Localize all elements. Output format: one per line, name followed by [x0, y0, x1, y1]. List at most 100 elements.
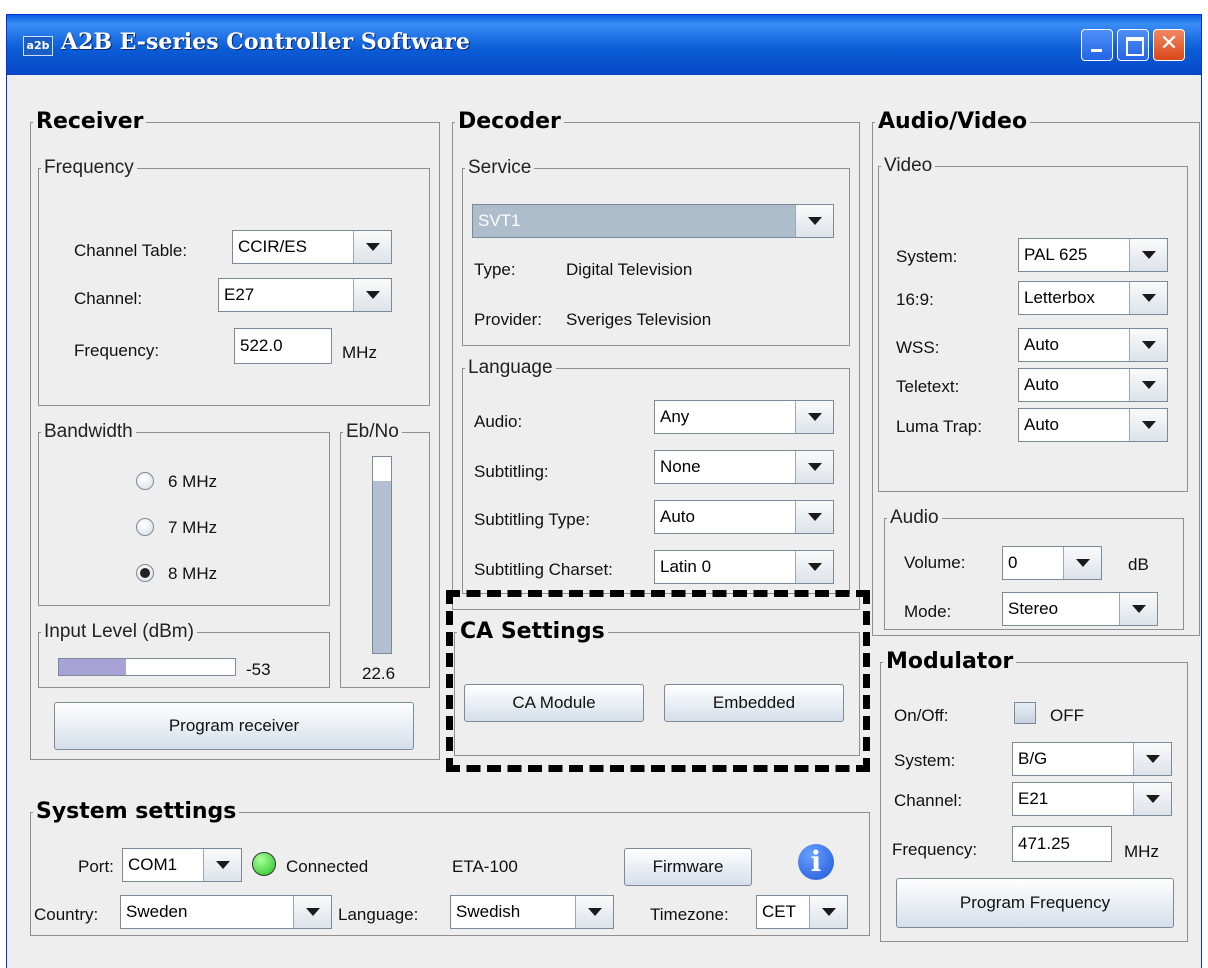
embedded-button[interactable]: Embedded — [664, 684, 844, 722]
aspect-ratio-select[interactable]: Letterbox — [1018, 281, 1168, 315]
chevron-down-icon[interactable] — [203, 849, 241, 881]
subtitling-select[interactable]: None — [654, 450, 834, 484]
aspect-ratio-label: 16:9: — [896, 290, 934, 309]
chevron-down-icon[interactable] — [353, 279, 391, 311]
audio-mode-label: Mode: — [904, 602, 952, 621]
port-label: Port: — [78, 857, 114, 876]
video-system-label: System: — [896, 247, 958, 266]
video-title: Video — [881, 153, 936, 179]
video-system-select[interactable]: PAL 625 — [1018, 238, 1168, 272]
audio-title: Audio — [887, 505, 942, 531]
country-select[interactable]: Sweden — [120, 895, 332, 929]
modulator-frequency-label: Frequency: — [892, 840, 978, 859]
audio-video-title: Audio/Video — [875, 107, 1031, 137]
chevron-down-icon[interactable] — [795, 501, 833, 533]
service-value: SVT1 — [478, 211, 521, 230]
chevron-down-icon[interactable] — [1129, 282, 1167, 314]
country-label: Country: — [34, 905, 99, 924]
ca-module-button[interactable]: CA Module — [464, 684, 644, 722]
modulator-title: Modulator — [883, 647, 1017, 677]
input-level-bar — [58, 658, 236, 676]
minimize-button[interactable] — [1081, 29, 1113, 61]
language-setting-select[interactable]: Swedish — [450, 895, 614, 929]
chevron-down-icon[interactable] — [1129, 239, 1167, 271]
country-value: Sweden — [126, 902, 188, 921]
channel-select[interactable]: E27 — [218, 278, 392, 312]
subtitling-type-label: Subtitling Type: — [474, 510, 590, 529]
chevron-down-icon[interactable] — [1063, 547, 1101, 579]
modulator-onoff-checkbox[interactable] — [1014, 702, 1036, 724]
video-system-value: PAL 625 — [1024, 245, 1088, 264]
chevron-down-icon[interactable] — [1133, 783, 1171, 815]
ebno-title: Eb/No — [343, 419, 402, 445]
bandwidth-8mhz-radio[interactable] — [136, 564, 154, 582]
chevron-down-icon[interactable] — [1129, 329, 1167, 361]
info-icon[interactable]: i — [798, 844, 834, 880]
chevron-down-icon[interactable] — [353, 231, 391, 263]
modulator-frequency-input[interactable]: 471.25 — [1012, 826, 1112, 862]
frequency-input[interactable]: 522.0 — [234, 328, 332, 364]
subtitling-value: None — [660, 457, 701, 476]
input-level-fill — [59, 659, 126, 675]
connection-status-text: Connected — [286, 857, 369, 876]
minimize-icon — [1091, 49, 1102, 52]
title-bar[interactable]: a2b A2B E-series Controller Software ✕ — [7, 15, 1201, 75]
luma-trap-select[interactable]: Auto — [1018, 408, 1168, 442]
timezone-select[interactable]: CET — [756, 895, 848, 929]
chevron-down-icon[interactable] — [1119, 593, 1157, 625]
subtitling-charset-value: Latin 0 — [660, 557, 712, 576]
maximize-icon — [1126, 37, 1144, 56]
modulator-onoff-state: OFF — [1050, 706, 1084, 725]
wss-select[interactable]: Auto — [1018, 328, 1168, 362]
channel-table-select[interactable]: CCIR/ES — [232, 230, 392, 264]
window-title: A2B E-series Controller Software — [61, 29, 470, 55]
chevron-down-icon[interactable] — [1133, 743, 1171, 775]
service-title: Service — [465, 155, 535, 181]
audio-language-select[interactable]: Any — [654, 400, 834, 434]
bandwidth-6mhz-radio[interactable] — [136, 472, 154, 490]
provider-value: Sveriges Television — [566, 310, 712, 329]
app-logo-icon: a2b — [23, 36, 53, 56]
chevron-down-icon[interactable] — [795, 551, 833, 583]
teletext-select[interactable]: Auto — [1018, 368, 1168, 402]
chevron-down-icon[interactable] — [1129, 409, 1167, 441]
chevron-down-icon[interactable] — [795, 205, 833, 237]
timezone-value: CET — [762, 902, 796, 921]
frequency-label: Frequency: — [74, 341, 160, 360]
subtitling-label: Subtitling: — [474, 462, 549, 481]
modulator-system-value: B/G — [1018, 749, 1048, 768]
bandwidth-8mhz-label: 8 MHz — [168, 564, 218, 583]
chevron-down-icon[interactable] — [795, 401, 833, 433]
ca-settings-title: CA Settings — [457, 617, 608, 647]
bandwidth-7mhz-radio[interactable] — [136, 518, 154, 536]
language-setting-value: Swedish — [456, 902, 521, 921]
bandwidth-6mhz-label: 6 MHz — [168, 472, 218, 491]
firmware-button[interactable]: Firmware — [624, 848, 752, 886]
volume-select[interactable]: 0 — [1002, 546, 1102, 580]
chevron-down-icon[interactable] — [795, 451, 833, 483]
program-frequency-button[interactable]: Program Frequency — [896, 878, 1174, 928]
chevron-down-icon[interactable] — [1129, 369, 1167, 401]
maximize-button[interactable] — [1117, 29, 1149, 61]
audio-mode-value: Stereo — [1008, 599, 1059, 618]
close-button[interactable]: ✕ — [1153, 29, 1185, 61]
ebno-value: 22.6 — [362, 664, 396, 683]
ebno-level-bar — [372, 456, 392, 654]
chevron-down-icon[interactable] — [809, 896, 847, 928]
subtitling-type-select[interactable]: Auto — [654, 500, 834, 534]
port-value: COM1 — [128, 855, 178, 874]
channel-label: Channel: — [74, 289, 143, 308]
audio-mode-select[interactable]: Stereo — [1002, 592, 1158, 626]
modulator-channel-select[interactable]: E21 — [1012, 782, 1172, 816]
modulator-system-select[interactable]: B/G — [1012, 742, 1172, 776]
port-select[interactable]: COM1 — [122, 848, 242, 882]
program-receiver-button[interactable]: Program receiver — [54, 702, 414, 750]
service-select[interactable]: SVT1 — [472, 204, 834, 238]
frequency-group-title: Frequency — [41, 155, 137, 181]
channel-table-value: CCIR/ES — [238, 237, 307, 256]
modulator-system-label: System: — [894, 751, 956, 770]
subtitling-charset-select[interactable]: Latin 0 — [654, 550, 834, 584]
chevron-down-icon[interactable] — [575, 896, 613, 928]
chevron-down-icon[interactable] — [293, 896, 331, 928]
volume-value: 0 — [1008, 553, 1018, 572]
